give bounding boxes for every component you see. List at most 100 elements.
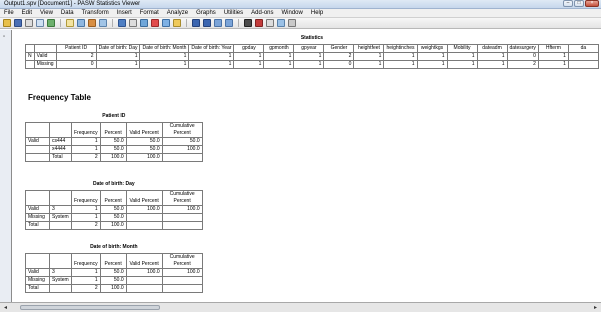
statistics-cell: 1 xyxy=(139,59,190,69)
row-group-label: Total xyxy=(25,220,50,230)
back-icon[interactable] xyxy=(192,19,200,27)
print-preview-icon[interactable] xyxy=(36,19,44,27)
open-icon[interactable] xyxy=(3,19,11,27)
forward-icon[interactable] xyxy=(203,19,211,27)
statistics-column-header: dateadm xyxy=(476,43,508,53)
row-group-label: Valid xyxy=(25,267,50,277)
row-group-label xyxy=(25,152,50,162)
toolbar-separator xyxy=(238,19,239,27)
horizontal-scrollbar[interactable]: ◂ ▸ xyxy=(0,302,601,312)
statistics-cell: 1 xyxy=(233,59,265,69)
output-content-pane[interactable]: Statistics Patient ID Date of birth: Day D… xyxy=(13,30,601,302)
statistics-column-header: heightinches xyxy=(383,43,418,53)
statistics-column-header: Date of birth: Month xyxy=(139,43,190,53)
freq-cell: 50.0 xyxy=(99,275,127,285)
freq-cell: 100.0 xyxy=(125,267,163,277)
outline-pin-icon[interactable]: ▫ xyxy=(3,34,5,40)
insert-heading-icon[interactable] xyxy=(266,19,274,27)
menu-graphs[interactable]: Graphs xyxy=(196,10,216,16)
designate-window-icon[interactable] xyxy=(151,19,159,27)
goto-variable-icon[interactable] xyxy=(118,19,126,27)
show-all-icon[interactable] xyxy=(173,19,181,27)
menu-insert[interactable]: Insert xyxy=(117,10,132,16)
menu-data[interactable]: Data xyxy=(61,10,74,16)
scroll-thumb[interactable] xyxy=(20,305,160,310)
statistics-column-header: da xyxy=(567,43,599,53)
statistics-cell: 1 xyxy=(353,51,385,61)
toolbar xyxy=(0,18,601,29)
statistics-column-header: gpmonth xyxy=(263,43,295,53)
row-group-label: Valid xyxy=(25,204,50,214)
statistics-cell: 1 xyxy=(446,51,478,61)
hide-icon[interactable] xyxy=(255,19,263,27)
freq-cell: 100.0 xyxy=(99,152,127,162)
show-icon[interactable] xyxy=(244,19,252,27)
statistics-column-header: Date of birth: Year xyxy=(188,43,235,53)
export-icon[interactable] xyxy=(47,19,55,27)
goto-data-icon[interactable] xyxy=(88,19,96,27)
row-label: Valid xyxy=(33,51,57,61)
variables-icon[interactable] xyxy=(129,19,137,27)
freq-cell: 50.0 xyxy=(161,136,203,146)
freq-column-header: Frequency xyxy=(71,252,101,269)
statistics-cell: 1 xyxy=(383,51,418,61)
menu-format[interactable]: Format xyxy=(140,10,159,16)
recall-dialog-icon[interactable] xyxy=(66,19,74,27)
statistics-column-header: gpyear xyxy=(293,43,325,53)
save-icon[interactable] xyxy=(14,19,22,27)
menu-transform[interactable]: Transform xyxy=(82,10,109,16)
undo-icon[interactable] xyxy=(77,19,85,27)
goto-case-icon[interactable] xyxy=(99,19,107,27)
row-label: Total xyxy=(49,152,72,162)
print-icon[interactable] xyxy=(25,19,33,27)
freq-cell: 50.0 xyxy=(99,144,127,154)
statistics-cell: 1 xyxy=(95,59,141,69)
freq-row: Total 2 100.0 xyxy=(25,283,203,293)
scroll-right-icon[interactable]: ▸ xyxy=(594,304,597,311)
freq-cell: 1 xyxy=(71,212,101,222)
maximize-button[interactable]: □ xyxy=(574,0,584,7)
statistics-header-row: Patient ID Date of birth: Day Date of birt… xyxy=(25,43,599,53)
menu-edit[interactable]: Edit xyxy=(22,10,32,16)
statistics-cell: 2 xyxy=(506,59,539,69)
statistics-column-header: Patient ID xyxy=(55,43,97,53)
insert-title-icon[interactable] xyxy=(277,19,285,27)
menu-window[interactable]: Window xyxy=(282,10,303,16)
scroll-left-icon[interactable]: ◂ xyxy=(4,304,7,311)
collapse-icon[interactable] xyxy=(225,19,233,27)
menu-file[interactable]: File xyxy=(4,10,14,16)
freq-column-header: Valid Percent xyxy=(125,252,163,269)
row-group-label: Missing xyxy=(25,275,50,285)
menu-analyze[interactable]: Analyze xyxy=(167,10,188,16)
freq-table-dob-day: Date of birth: Day Frequency Percent Valid … xyxy=(25,180,203,230)
select-last-output-icon[interactable] xyxy=(162,19,170,27)
menu-add-ons[interactable]: Add-ons xyxy=(251,10,273,16)
menu-view[interactable]: View xyxy=(40,10,53,16)
freq-column-header: Frequency xyxy=(71,121,101,138)
freq-column-header: Percent xyxy=(99,121,127,138)
freq-header-row: Frequency Percent Valid Percent Cumulative … xyxy=(25,252,203,269)
insert-text-icon[interactable] xyxy=(288,19,296,27)
menu-help[interactable]: Help xyxy=(311,10,323,16)
minimize-button[interactable]: – xyxy=(563,0,573,7)
freq-table-title: Date of birth: Day xyxy=(92,181,135,188)
statistics-column-header: Date of birth: Day xyxy=(95,43,141,53)
row-label: Missing xyxy=(33,59,57,69)
close-button[interactable]: × xyxy=(585,0,599,7)
freq-column-header: Valid Percent xyxy=(125,121,163,138)
frequency-table-heading: Frequency Table xyxy=(28,93,91,102)
outline-pane[interactable]: ▫ xyxy=(0,30,12,302)
statistics-cell: 1 xyxy=(263,59,295,69)
freq-cell xyxy=(125,220,163,230)
expand-icon[interactable] xyxy=(214,19,222,27)
statistics-cell: 1 xyxy=(95,51,141,61)
statistics-cell: 0 xyxy=(506,51,539,61)
menu-utilities[interactable]: Utilities xyxy=(224,10,243,16)
statistics-cell: 0 xyxy=(323,59,355,69)
freq-cell: 100.0 xyxy=(125,204,163,214)
chart-icon[interactable] xyxy=(140,19,148,27)
freq-cell xyxy=(125,275,163,285)
freq-cell: 1 xyxy=(71,267,101,277)
freq-cell: 1 xyxy=(71,136,101,146)
freq-row: x4444 1 50.0 50.0 100.0 xyxy=(25,144,203,154)
